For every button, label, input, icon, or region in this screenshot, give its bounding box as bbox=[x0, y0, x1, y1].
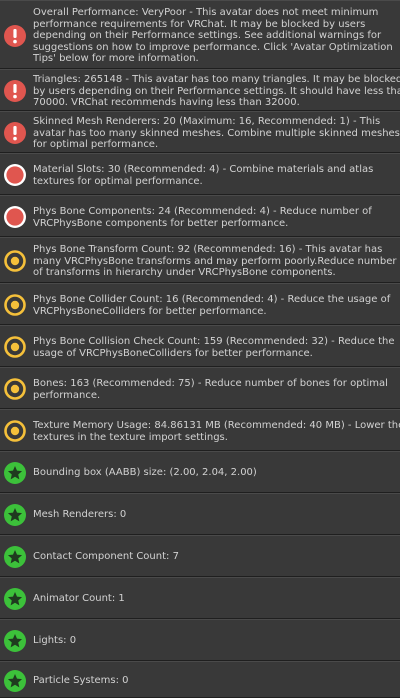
message-text: Contact Component Count: 7 bbox=[33, 551, 400, 563]
yellow-ring-icon bbox=[3, 335, 27, 359]
exclamation-icon bbox=[3, 121, 27, 145]
message-row-good: Contact Component Count: 7 bbox=[0, 535, 400, 577]
message-row-medium: Phys Bone Collider Count: 16 (Recommende… bbox=[0, 283, 400, 325]
message-row-medium: Bones: 163 (Recommended: 75) - Reduce nu… bbox=[0, 367, 400, 409]
green-star-icon bbox=[3, 629, 27, 653]
message-text: Phys Bone Components: 24 (Recommended: 4… bbox=[33, 206, 400, 229]
green-star-icon bbox=[3, 669, 27, 693]
yellow-ring-icon bbox=[3, 249, 27, 273]
message-text: Bones: 163 (Recommended: 75) - Reduce nu… bbox=[33, 378, 400, 401]
message-text: Phys Bone Collider Count: 16 (Recommende… bbox=[33, 294, 400, 317]
message-line: Lights: 0 bbox=[33, 635, 77, 646]
message-line: textures in the texture import settings. bbox=[33, 431, 228, 443]
message-text: Material Slots: 30 (Recommended: 4) - Co… bbox=[33, 164, 400, 187]
message-line: Bones: 163 (Recommended: 75) - Reduce nu… bbox=[33, 378, 388, 389]
red-circle-icon bbox=[3, 163, 27, 187]
message-row-good: Mesh Renderers: 0 bbox=[0, 493, 400, 535]
message-row-poor: Phys Bone Components: 24 (Recommended: 4… bbox=[0, 195, 400, 237]
message-line: textures for optimal performance. bbox=[33, 175, 203, 187]
message-line: of transforms in hierarchy under VRCPhys… bbox=[33, 267, 336, 278]
yellow-ring-icon bbox=[3, 419, 27, 443]
green-star-icon bbox=[3, 545, 27, 569]
message-row-medium: Texture Memory Usage: 84.86131 MB (Recom… bbox=[0, 409, 400, 451]
message-row-poor: Material Slots: 30 (Recommended: 4) - Co… bbox=[0, 153, 400, 195]
message-line: Skinned Mesh Renderers: 20 (Maximum: 16,… bbox=[33, 116, 381, 127]
message-text: Phys Bone Collision Check Count: 159 (Re… bbox=[33, 336, 400, 359]
message-text: Triangles: 265148 - This avatar has too … bbox=[33, 74, 400, 109]
message-row-medium: Phys Bone Collision Check Count: 159 (Re… bbox=[0, 325, 400, 367]
message-row-error: Overall Performance: VeryPoor - This ava… bbox=[0, 0, 400, 69]
message-line: Contact Component Count: 7 bbox=[33, 551, 179, 562]
message-text: Bounding box (AABB) size: (2.00, 2.04, 2… bbox=[33, 467, 400, 479]
message-line: by users depending on their Performance … bbox=[33, 85, 400, 97]
exclamation-icon bbox=[3, 79, 27, 103]
green-star-icon bbox=[3, 587, 27, 611]
message-text: Overall Performance: VeryPoor - This ava… bbox=[33, 7, 400, 65]
message-line: Phys Bone Collider Count: 16 (Recommende… bbox=[33, 294, 391, 305]
message-row-error: Triangles: 265148 - This avatar has too … bbox=[0, 69, 400, 111]
red-circle-icon bbox=[3, 205, 27, 229]
message-row-good: Particle Systems: 0 bbox=[0, 661, 400, 698]
message-line: suggestions on how to improve performanc… bbox=[33, 41, 393, 53]
message-text: Phys Bone Transform Count: 92 (Recommend… bbox=[33, 244, 400, 279]
message-line: performance. bbox=[33, 389, 101, 401]
message-line: for optimal performance. bbox=[33, 139, 159, 150]
message-text: Texture Memory Usage: 84.86131 MB (Recom… bbox=[33, 420, 400, 443]
message-line: Phys Bone Components: 24 (Recommended: 4… bbox=[33, 206, 372, 217]
yellow-ring-icon bbox=[3, 293, 27, 317]
message-row-good: Lights: 0 bbox=[0, 619, 400, 661]
message-row-good: Bounding box (AABB) size: (2.00, 2.04, 2… bbox=[0, 451, 400, 493]
message-line: Phys Bone Transform Count: 92 (Recommend… bbox=[33, 244, 383, 255]
message-line: usage of VRCPhysBoneColliders for better… bbox=[33, 347, 313, 359]
green-star-icon bbox=[3, 461, 27, 485]
message-line: Animator Count: 1 bbox=[33, 593, 125, 604]
message-line: Overall Performance: VeryPoor - This ava… bbox=[33, 7, 379, 18]
message-text: Skinned Mesh Renderers: 20 (Maximum: 16,… bbox=[33, 116, 400, 151]
message-line: depending on their Performance settings.… bbox=[33, 30, 382, 41]
message-line: Bounding box (AABB) size: (2.00, 2.04, 2… bbox=[33, 467, 257, 478]
message-line: Tips' below for more information. bbox=[33, 53, 199, 64]
message-line: avatar has too many skinned meshes. Comb… bbox=[33, 127, 400, 139]
green-star-icon bbox=[3, 503, 27, 527]
message-line: VRCPhysBoneColliders for better performa… bbox=[33, 305, 267, 317]
message-line: performance requirements for VRChat. It … bbox=[33, 18, 366, 30]
message-row-good: Animator Count: 1 bbox=[0, 577, 400, 619]
message-line: VRCPhysBone components for better perfor… bbox=[33, 217, 289, 229]
message-line: Mesh Renderers: 0 bbox=[33, 509, 127, 520]
message-line: Phys Bone Collision Check Count: 159 (Re… bbox=[33, 336, 395, 347]
message-text: Mesh Renderers: 0 bbox=[33, 509, 400, 521]
message-line: Texture Memory Usage: 84.86131 MB (Recom… bbox=[33, 420, 400, 431]
message-line: 70000. VRChat recommends having less tha… bbox=[33, 97, 300, 108]
message-row-error: Skinned Mesh Renderers: 20 (Maximum: 16,… bbox=[0, 111, 400, 153]
message-line: Material Slots: 30 (Recommended: 4) - Co… bbox=[33, 164, 374, 175]
message-line: many VRCPhysBone transforms and may perf… bbox=[33, 255, 397, 267]
message-row-medium: Phys Bone Transform Count: 92 (Recommend… bbox=[0, 237, 400, 283]
message-text: Particle Systems: 0 bbox=[33, 675, 400, 687]
message-line: Particle Systems: 0 bbox=[33, 675, 129, 686]
yellow-ring-icon bbox=[3, 377, 27, 401]
message-line: Triangles: 265148 - This avatar has too … bbox=[33, 74, 400, 85]
message-text: Lights: 0 bbox=[33, 635, 400, 647]
exclamation-icon bbox=[3, 24, 27, 48]
message-text: Animator Count: 1 bbox=[33, 593, 400, 605]
